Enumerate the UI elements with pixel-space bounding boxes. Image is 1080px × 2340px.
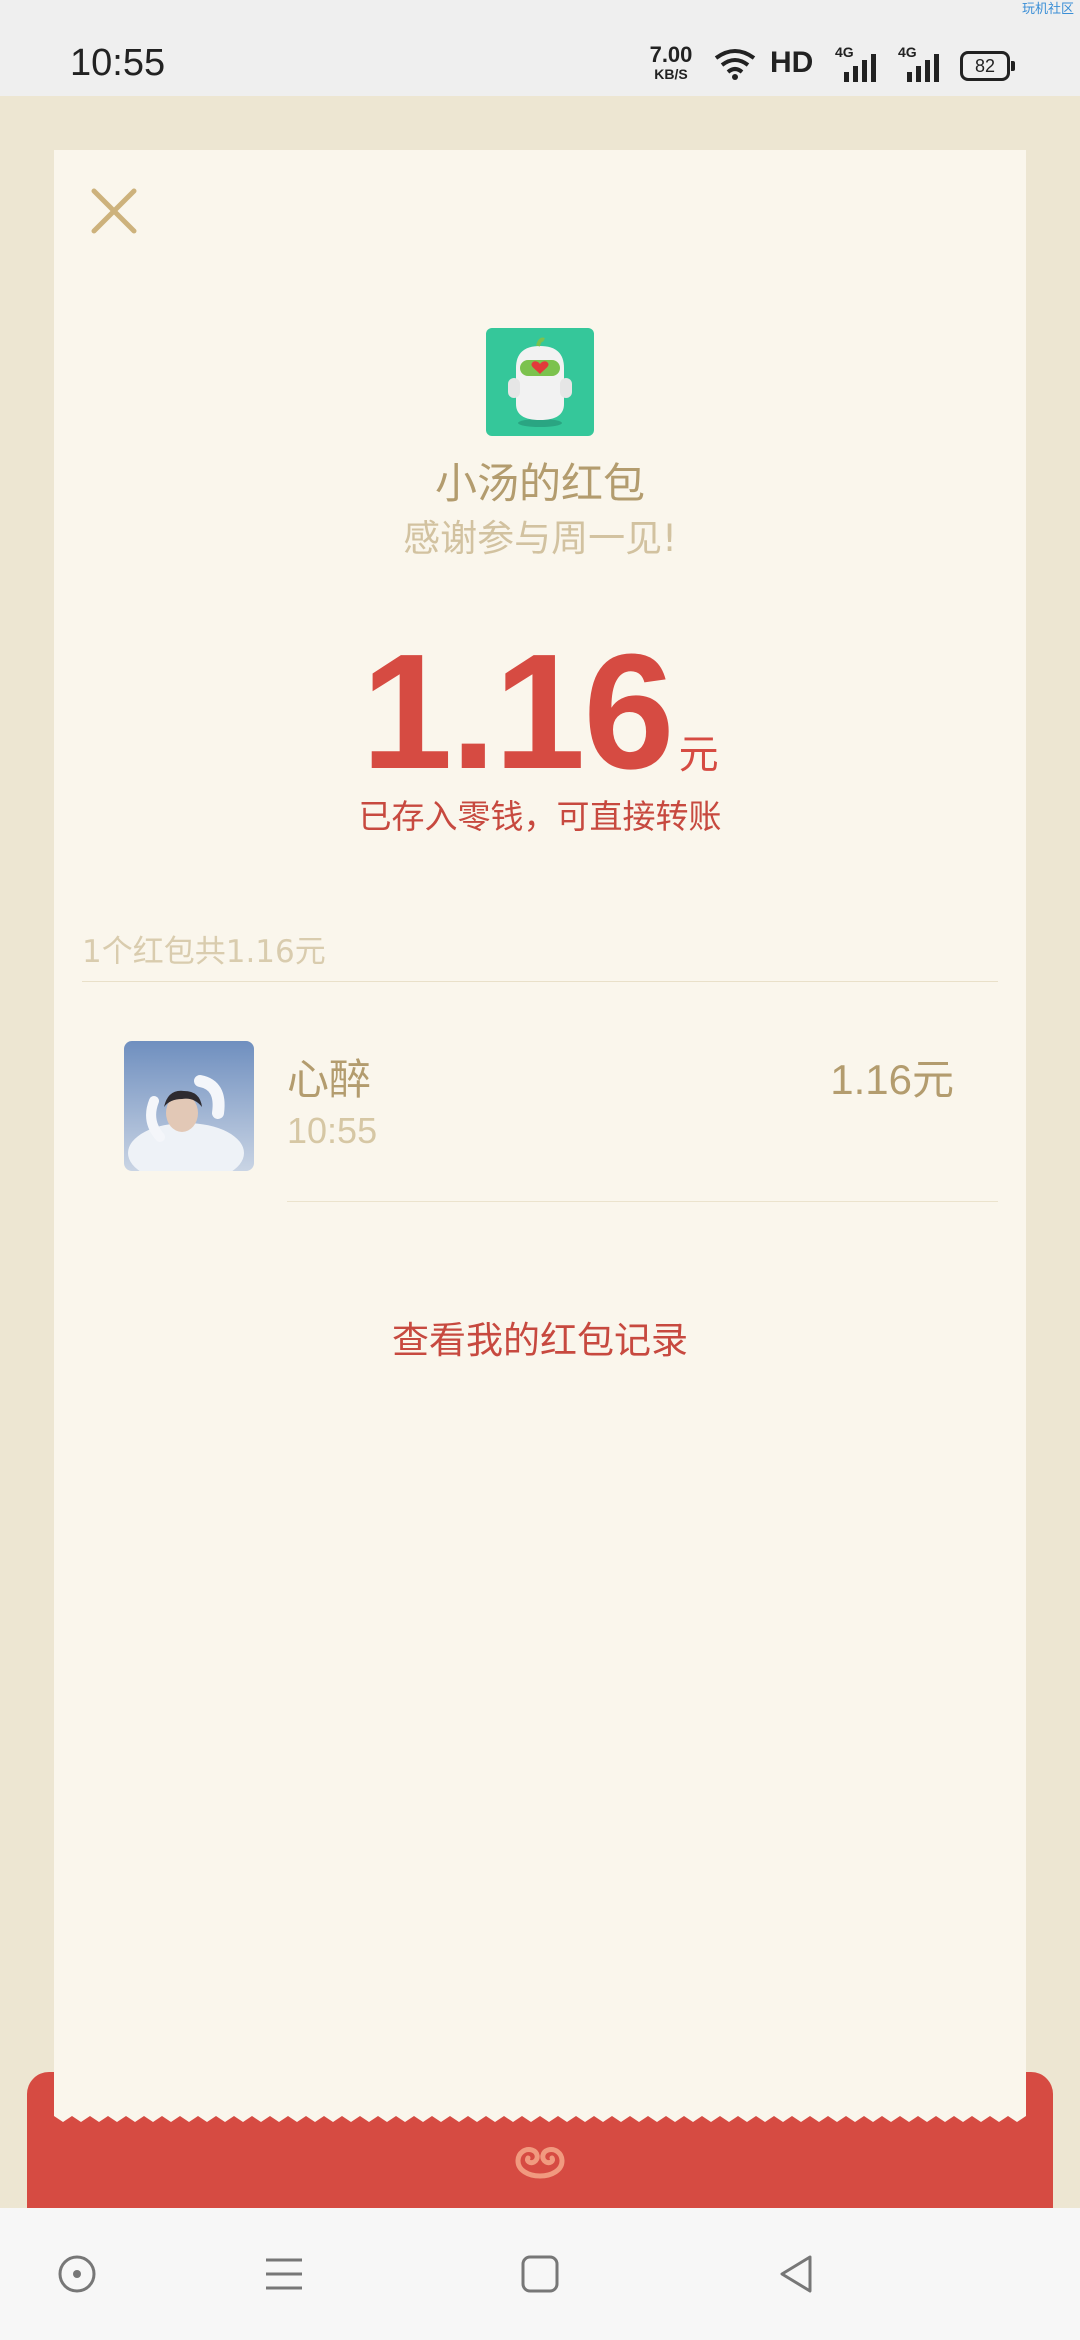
receiver-avatar[interactable] xyxy=(124,1041,254,1171)
packet-summary: 1个红包共1.16元 xyxy=(82,934,326,970)
divider xyxy=(82,981,998,982)
status-time: 10:55 xyxy=(70,42,166,84)
receiver-name: 心醉 xyxy=(287,1055,372,1104)
signal-bars-icon xyxy=(844,54,876,82)
receiver-time: 10:55 xyxy=(287,1110,378,1151)
sender-avatar[interactable] xyxy=(486,328,594,436)
menu-icon[interactable] xyxy=(262,2252,306,2296)
back-triangle-icon[interactable] xyxy=(774,2252,818,2296)
view-records-link[interactable]: 查看我的红包记录 xyxy=(0,1310,1080,1364)
receiver-photo xyxy=(124,1041,254,1171)
saved-to-change-note: 已存入零钱，可直接转账 xyxy=(358,797,722,836)
amount-value: 1.16 xyxy=(361,620,674,803)
watermark-text: 玩机社区 xyxy=(1021,2,1074,17)
card-zigzag-edge xyxy=(54,2110,1026,2122)
network-speed-unit: KB/S xyxy=(654,66,688,82)
system-nav-bar xyxy=(0,2208,1080,2340)
square-icon[interactable] xyxy=(518,2252,562,2296)
packet-greeting: 感谢参与周一见! xyxy=(403,517,677,560)
amount-unit: 元 xyxy=(678,732,719,778)
network-speed: 7.00 KB/S xyxy=(646,42,696,83)
sender-name: 小汤的红包 xyxy=(434,459,645,508)
amount-display: 1.16 元 xyxy=(0,618,1080,806)
envelope-logo-icon xyxy=(515,2147,565,2179)
wifi-icon xyxy=(714,49,756,80)
close-icon[interactable] xyxy=(88,185,140,237)
robot-mascot-icon xyxy=(508,337,572,427)
row-divider xyxy=(287,1201,998,1202)
receiver-amount: 1.16元 xyxy=(830,1056,954,1103)
network-speed-value: 7.00 xyxy=(649,42,693,67)
status-bar: 10:55 玩机社区 7.00 KB/S HD 4G 4G 82 xyxy=(0,0,1080,96)
circle-dot-icon[interactable] xyxy=(55,2252,99,2296)
signal-bars-icon xyxy=(907,54,939,82)
battery-indicator: 82 xyxy=(960,51,1015,81)
hd-voice-indicator: HD xyxy=(770,46,814,79)
